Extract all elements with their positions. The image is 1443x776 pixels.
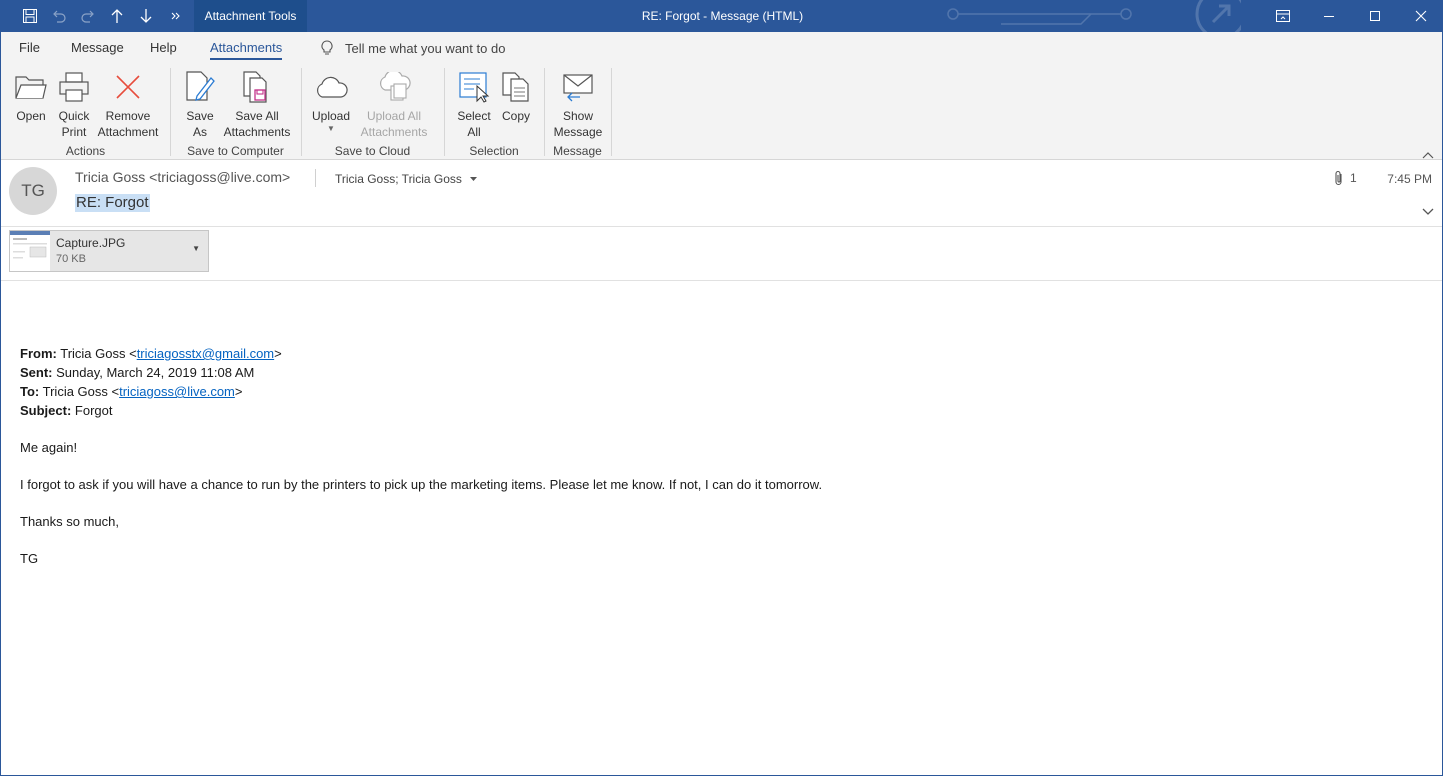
message-header: TG Tricia Goss <triciagoss@live.com> Tri… [1,161,1442,227]
lightbulb-icon [321,40,333,55]
upload-button[interactable]: Upload ▼ [310,68,352,134]
context-tab-attachment-tools: Attachment Tools [194,0,307,32]
upload-all-attachments-button[interactable]: Upload All Attachments [353,68,435,140]
ribbon: Open Quick Print Remove Attachment Actio… [1,64,1442,160]
group-label-selection: Selection [469,144,519,158]
ribbon-tabs: File Message Help Attachments Tell me wh… [1,32,1442,64]
chevron-down-icon [469,176,477,181]
closing: Thanks so much, [20,514,119,529]
tell-me-search[interactable]: Tell me what you want to do [321,32,505,64]
tell-me-label: Tell me what you want to do [345,40,506,56]
tab-attachments[interactable]: Attachments [210,32,283,64]
group-label-save-to-computer: Save to Computer [187,144,284,158]
select-all-button[interactable]: Select All [456,68,492,140]
chevron-down-icon: ▼ [327,124,335,133]
attachment-item[interactable]: Capture.JPG 70 KB ▼ [9,230,209,272]
window-controls [1260,0,1442,32]
next-item-icon[interactable] [131,0,160,32]
message-body: From: Tricia Goss <triciagosstx@gmail.co… [20,344,1420,568]
tab-message[interactable]: Message [71,32,124,64]
cloud-icon [317,76,348,98]
subject-line: Subject: Forgot [20,403,113,418]
paperclip-icon [1335,170,1342,186]
group-separator [301,68,302,156]
envelope-icon [563,74,593,102]
from-email-link[interactable]: triciagosstx@gmail.com [137,346,274,361]
remove-x-icon [116,75,140,99]
tab-file[interactable]: File [19,32,40,64]
attachment-strip: Capture.JPG 70 KB ▼ [1,228,1442,281]
from-line: From: Tricia Goss <triciagosstx@gmail.co… [20,346,282,361]
outlook-message-window: Attachment Tools RE: Forgot - Message (H… [0,0,1443,776]
title-decoration-icon [947,0,1241,32]
maximize-icon[interactable] [1352,0,1398,32]
to-email-link[interactable]: triciagoss@live.com [119,384,235,399]
attachment-count: 1 [1350,171,1357,185]
ribbon-display-options-icon[interactable] [1260,0,1306,32]
quick-access-toolbar [15,0,189,32]
minimize-icon[interactable] [1306,0,1352,32]
group-separator [611,68,612,156]
recipients-label: Tricia Goss; Tricia Goss [335,172,462,186]
redo-icon[interactable] [73,0,102,32]
close-icon[interactable] [1398,0,1442,32]
printer-icon [59,72,89,102]
group-separator [544,68,545,156]
received-time: 7:45 PM [1387,172,1432,186]
group-label-actions: Actions [65,144,106,158]
remove-attachment-button[interactable]: Remove Attachment [96,68,160,140]
sent-line: Sent: Sunday, March 24, 2019 11:08 AM [20,365,255,380]
select-all-icon [459,72,490,103]
copy-icon [502,72,529,102]
title-bar: Attachment Tools RE: Forgot - Message (H… [1,0,1442,32]
sender[interactable]: Tricia Goss <triciagoss@live.com> [75,169,290,185]
show-message-button[interactable]: Show Message [553,68,603,140]
save-all-icon [243,71,267,103]
more-commands-icon[interactable] [160,0,189,32]
signature: TG [20,551,39,566]
message-subject: RE: Forgot [75,194,150,212]
greeting: Me again! [20,440,78,455]
quick-print-button[interactable]: Quick Print [55,68,93,140]
attachment-thumbnail [10,231,50,271]
body-paragraph: I forgot to ask if you will have a chanc… [20,477,823,492]
attachment-indicator: 1 [1334,170,1357,186]
expand-header-icon[interactable] [1422,203,1434,221]
save-all-attachments-button[interactable]: Save All Attachments [222,68,292,140]
save-as-icon [186,71,215,101]
open-button[interactable]: Open [15,68,47,124]
avatar[interactable]: TG [9,167,57,215]
tab-help[interactable]: Help [150,32,177,64]
attachment-menu-icon[interactable]: ▼ [192,244,200,253]
attachment-size: 70 KB [56,253,86,265]
attachment-name: Capture.JPG [56,236,126,250]
recipients[interactable]: Tricia Goss; Tricia Goss [335,172,477,186]
save-as-button[interactable]: Save As [185,68,215,140]
group-separator [444,68,445,156]
to-line: To: Tricia Goss <triciagoss@live.com> [20,384,243,399]
header-separator [315,169,316,187]
group-label-save-to-cloud: Save to Cloud [334,144,411,158]
copy-button[interactable]: Copy [499,68,533,124]
group-label-message: Message [553,144,602,158]
undo-icon[interactable] [44,0,73,32]
save-icon[interactable] [15,0,44,32]
open-folder-icon [15,76,47,99]
cloud-upload-all-icon [380,72,411,101]
previous-item-icon[interactable] [102,0,131,32]
group-separator [170,68,171,156]
